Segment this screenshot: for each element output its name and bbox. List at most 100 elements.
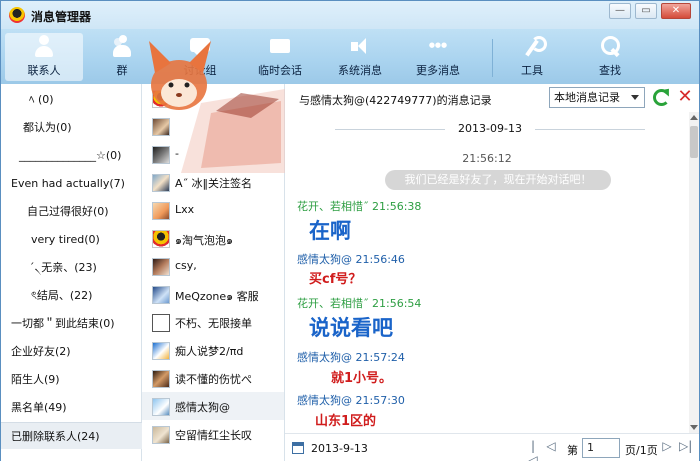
contact-item[interactable]: A˝ 冰‖关注签名 [142, 168, 284, 196]
tab-discussion-label: 讨论组 [183, 64, 217, 77]
more-icon [427, 35, 449, 59]
tab-contacts[interactable]: 联系人 [5, 33, 83, 81]
contact-item[interactable]: - [142, 140, 284, 168]
contact-list: - A˝ 冰‖关注签名 Lxx ๑淘气泡泡๑ csy, MeQzone๑ 客服 … [142, 84, 285, 461]
group-item[interactable]: 企业好友(2) [1, 338, 142, 365]
last-page-button[interactable]: ▷| [679, 439, 692, 453]
group-item[interactable]: 黑名单(49) [1, 394, 142, 421]
person-icon [33, 35, 55, 59]
log-title: 与感情太狗@(422749777)的消息记录 [299, 94, 492, 107]
tab-temp-chat-label: 临时会话 [258, 64, 302, 77]
tab-search[interactable]: 查找 [571, 33, 649, 81]
log-scrollbar[interactable] [689, 112, 699, 433]
contact-item[interactable]: ๑淘气泡泡๑ [142, 224, 284, 252]
scroll-up-arrow[interactable] [690, 115, 698, 120]
group-item[interactable]: ৎ结局、(22) [1, 282, 142, 309]
avatar [152, 258, 170, 276]
group-item[interactable]: 都认为(0) [1, 114, 142, 141]
contact-name: 空留情红尘长叹 [175, 429, 252, 442]
message-text: 就1小号。 [331, 371, 393, 386]
contact-name: - [175, 147, 179, 160]
message-sender: 花开、若相惜˝ 21:56:38 [297, 200, 422, 213]
first-page-button[interactable]: |◁ [527, 439, 539, 461]
scroll-thumb[interactable] [690, 126, 698, 158]
tab-contacts-label: 联系人 [27, 64, 61, 77]
avatar [152, 90, 170, 108]
contact-item[interactable] [142, 84, 284, 112]
page-suffix: 页/1页 [625, 444, 658, 457]
avatar [152, 426, 170, 444]
toolbar: 联系人 群 讨论组 临时会话 系统消息 更多消息 工具 查找 [1, 29, 699, 84]
contact-name: 不朽、无限接单 [175, 317, 252, 330]
tab-search-label: 查找 [599, 64, 621, 77]
message-text: 在啊 [309, 219, 351, 243]
qq-penguin-icon [9, 7, 25, 23]
tab-groups[interactable]: 群 [83, 33, 161, 81]
system-message-icon [349, 35, 371, 59]
group-item[interactable]: 一切都＂到此结束(0) [1, 310, 142, 337]
close-button[interactable]: ✕ [661, 3, 691, 19]
contact-item[interactable]: 空留情红尘长叹 [142, 420, 284, 448]
contact-item[interactable]: 痴人说梦2/πd [142, 336, 284, 364]
maximize-button[interactable]: ▭ [635, 3, 657, 19]
dropdown-value: 本地消息记录 [554, 91, 620, 104]
group-item[interactable]: ______________☆(0) [1, 142, 142, 169]
contact-item[interactable]: Lxx [142, 196, 284, 224]
tab-tools-label: 工具 [521, 64, 543, 77]
date-separator-label: 2013-09-13 [458, 122, 522, 135]
group-item[interactable]: 陌生人(9) [1, 366, 142, 393]
group-item[interactable]: Even had actually(7) [1, 170, 142, 197]
group-item[interactable]: ˊ৲无亲、(23) [1, 254, 142, 281]
contact-item[interactable]: MeQzone๑ 客服 [142, 280, 284, 308]
avatar [152, 118, 170, 136]
group-item[interactable]: ﾍ (0) [1, 86, 142, 113]
group-icon [111, 35, 133, 59]
group-item[interactable]: very tired(0) [1, 226, 142, 253]
tab-tools[interactable]: 工具 [493, 33, 571, 81]
message-log-panel: 与感情太狗@(422749777)的消息记录 本地消息记录 ✕ 2013-09-… [285, 84, 699, 461]
footer-date[interactable]: 2013-9-13 [311, 442, 368, 455]
contact-name: ๑淘气泡泡๑ [175, 234, 233, 247]
tab-discussion[interactable]: 讨论组 [161, 33, 239, 81]
contact-item[interactable] [142, 112, 284, 140]
tab-temp-chat[interactable]: 临时会话 [241, 33, 319, 81]
app-title: 消息管理器 [31, 10, 92, 24]
message-history: 2013-09-13 21:56:12 我们已经是好友了，现在开始对话吧！ 花开… [285, 112, 689, 433]
message-text: 买cf号？ [309, 272, 362, 287]
scroll-down-arrow[interactable] [690, 425, 698, 430]
avatar [152, 370, 170, 388]
minimize-button[interactable]: — [609, 3, 631, 19]
refresh-icon[interactable] [653, 89, 670, 106]
prev-page-button[interactable]: ◁ [545, 439, 557, 453]
log-header: 与感情太狗@(422749777)的消息记录 本地消息记录 ✕ [285, 84, 699, 112]
chevron-down-icon [631, 95, 639, 100]
group-list: ﾍ (0) 都认为(0) ______________☆(0) Even had… [1, 84, 142, 461]
tab-more-messages-label: 更多消息 [416, 64, 460, 77]
tab-system-messages[interactable]: 系统消息 [321, 33, 399, 81]
group-item[interactable]: 自己过得很好(0) [1, 198, 142, 225]
calendar-icon[interactable] [292, 442, 304, 454]
contact-item[interactable]: 读不懂的伤忧ぺ [142, 364, 284, 392]
contact-item[interactable]: 不朽、无限接单 [142, 308, 284, 336]
contact-name: A˝ 冰‖关注签名 [175, 177, 253, 190]
avatar [152, 202, 170, 220]
search-icon [599, 35, 621, 59]
message-text: 山东1区的 [315, 414, 377, 429]
system-message: 我们已经是好友了，现在开始对话吧！ [385, 170, 611, 190]
wrench-icon [521, 35, 547, 59]
contact-item[interactable]: csy, [142, 252, 284, 280]
contact-item-selected[interactable]: 感情太狗@ [142, 392, 284, 420]
message-sender: 感情太狗@ 21:57:24 [297, 351, 405, 364]
delete-icon[interactable]: ✕ [677, 87, 693, 107]
next-page-button[interactable]: ▷ [661, 439, 673, 453]
log-footer: 2013-9-13 |◁ ◁ 第 1 页/1页 ▷ ▷| [285, 433, 699, 461]
avatar [152, 342, 170, 360]
title-bar: 消息管理器 — ▭ ✕ [1, 1, 699, 29]
group-item-selected[interactable]: 已删除联系人(24) [1, 422, 142, 449]
message-sender: 感情太狗@ 21:57:30 [297, 394, 405, 407]
avatar [152, 146, 170, 164]
page-number-input[interactable]: 1 [582, 438, 620, 458]
contact-name: 感情太狗@ [175, 401, 230, 414]
tab-more-messages[interactable]: 更多消息 [399, 33, 477, 81]
log-source-dropdown[interactable]: 本地消息记录 [549, 87, 645, 108]
